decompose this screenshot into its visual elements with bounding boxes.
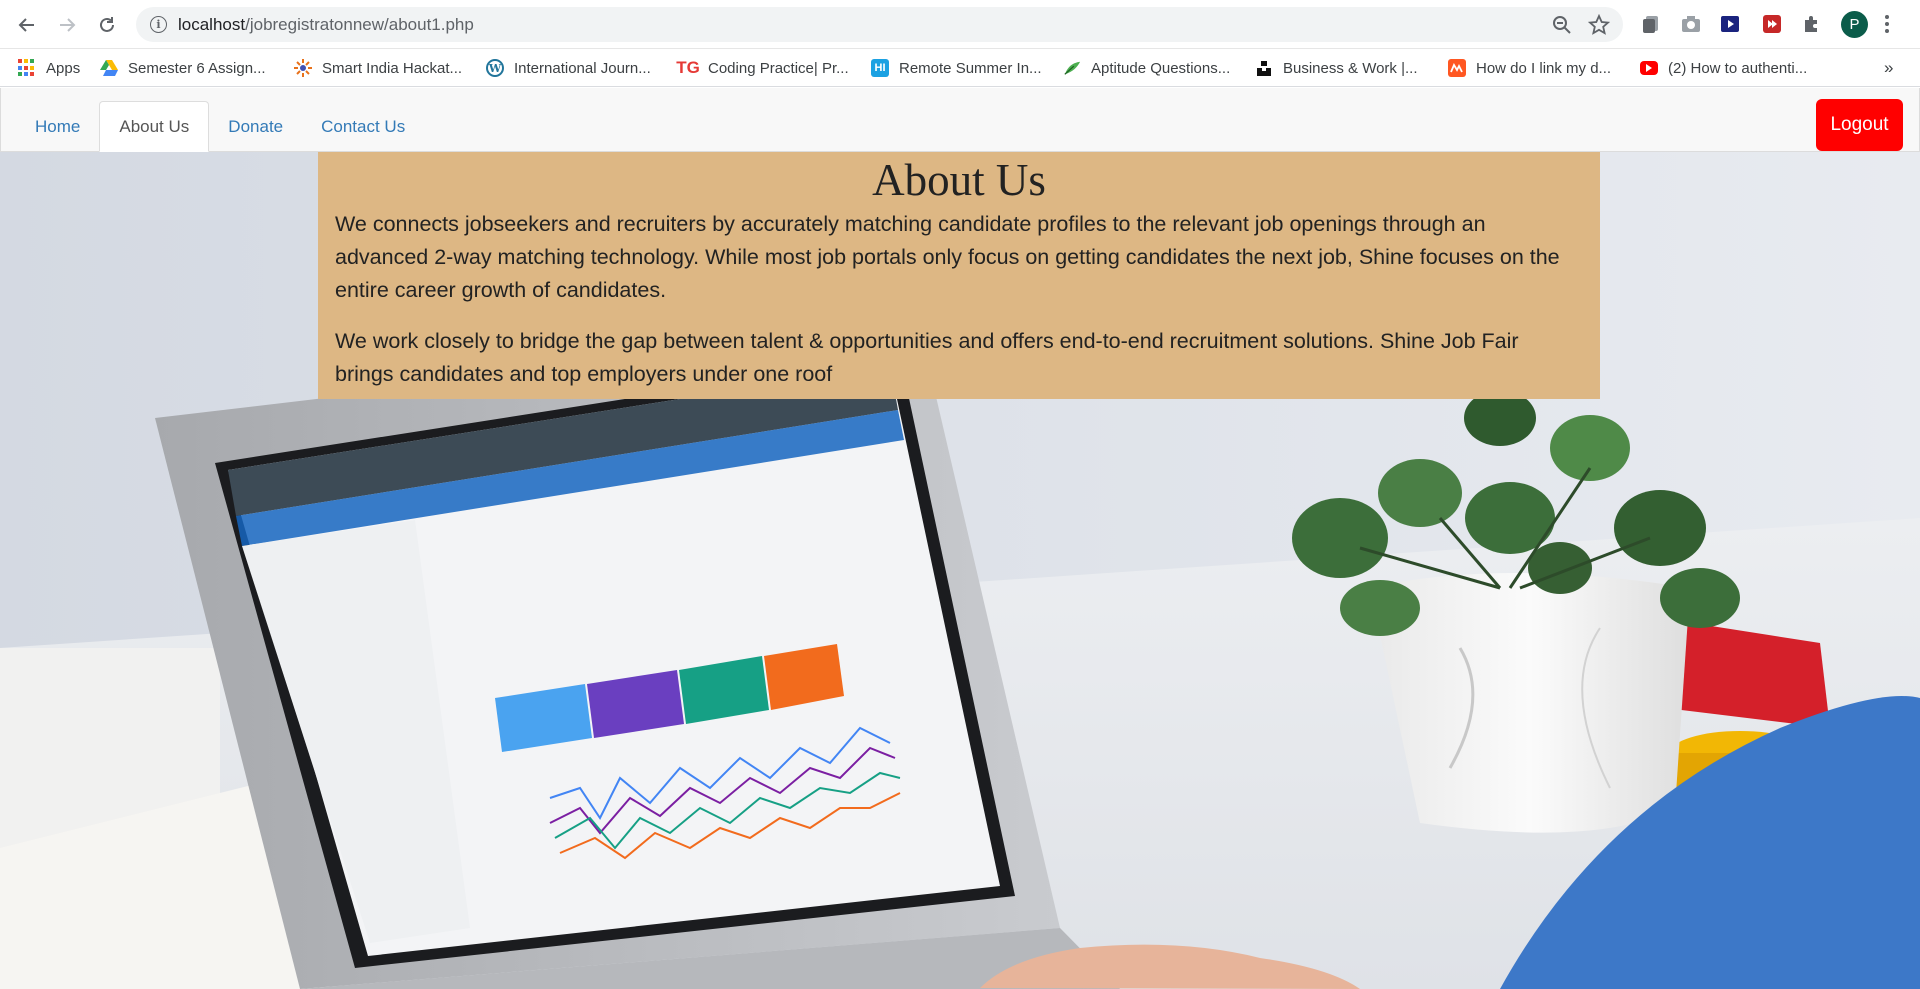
video-player-icon[interactable] xyxy=(1718,12,1742,36)
hi-icon: HI xyxy=(871,59,889,77)
bookmark-label: Aptitude Questions... xyxy=(1091,59,1231,77)
bookmark-label: Apps xyxy=(46,59,81,77)
camera-icon[interactable] xyxy=(1679,12,1703,36)
address-bar[interactable]: i localhost/jobregistratonnew/about1.php xyxy=(136,7,1623,42)
extensions-puzzle-icon[interactable] xyxy=(1800,12,1824,36)
about-section: About Us We connects jobseekers and recr… xyxy=(318,152,1600,399)
bookmark-journal[interactable]: W International Journ... xyxy=(486,54,651,82)
apps-grid-icon xyxy=(18,59,36,77)
logout-button[interactable]: Logout xyxy=(1816,99,1903,151)
bookmark-label: International Journ... xyxy=(514,59,651,77)
forward-arrow-icon[interactable] xyxy=(52,10,82,40)
bookmark-label: Semester 6 Assign... xyxy=(128,59,266,77)
site-info-icon[interactable]: i xyxy=(150,16,167,33)
bookmark-howlink[interactable]: How do I link my d... xyxy=(1448,54,1611,82)
back-arrow-icon[interactable] xyxy=(12,10,42,40)
leaf-icon xyxy=(1063,59,1081,77)
bookmark-label: Remote Summer In... xyxy=(899,59,1042,77)
page-viewport: MacBook Air Home About Us Donate Contact… xyxy=(0,88,1920,989)
red-media-icon[interactable] xyxy=(1760,12,1784,36)
bookmark-aptitude[interactable]: Aptitude Questions... xyxy=(1063,54,1230,82)
sih-icon xyxy=(294,59,312,77)
bookmark-label: (2) How to authenti... xyxy=(1668,59,1808,77)
bookmark-star-icon[interactable] xyxy=(1587,13,1611,36)
nav-tab-about-us[interactable]: About Us xyxy=(99,101,210,152)
browser-toolbar: i localhost/jobregistratonnew/about1.php… xyxy=(0,0,1920,49)
bookmarks-overflow-chevron[interactable]: » xyxy=(1884,54,1893,82)
youtube-icon xyxy=(1640,61,1658,75)
about-paragraph-2: We work closely to bridge the gap betwee… xyxy=(335,329,1519,386)
reload-icon[interactable] xyxy=(92,10,122,40)
site-navbar: Home About Us Donate Contact Us Logout xyxy=(0,88,1920,152)
nav-tab-contact-us[interactable]: Contact Us xyxy=(302,101,424,152)
nav-tabs: Home About Us Donate Contact Us xyxy=(16,101,424,152)
zapier-icon xyxy=(1448,59,1466,77)
bookmark-apps[interactable]: Apps xyxy=(18,54,80,82)
profile-avatar[interactable]: P xyxy=(1841,11,1868,38)
bookmarks-bar: Apps Semester 6 Assign... Smart India Ha… xyxy=(0,49,1920,87)
bookmark-remote[interactable]: HI Remote Summer In... xyxy=(871,54,1042,82)
bookmark-label: Business & Work |... xyxy=(1283,59,1418,77)
tg-icon: TG xyxy=(676,58,700,77)
browser-menu-icon[interactable] xyxy=(1884,13,1894,37)
nav-tab-home[interactable]: Home xyxy=(16,101,99,152)
unsplash-icon xyxy=(1255,59,1273,77)
bookmark-sih[interactable]: Smart India Hackat... xyxy=(294,54,462,82)
bookmark-label: Smart India Hackat... xyxy=(322,59,463,77)
bookmark-label: How do I link my d... xyxy=(1476,59,1612,77)
page-title: About Us xyxy=(872,155,1046,205)
nav-tab-donate[interactable]: Donate xyxy=(209,101,302,152)
bookmark-business[interactable]: Business & Work |... xyxy=(1255,54,1418,82)
bookmark-youtube[interactable]: (2) How to authenti... xyxy=(1640,54,1807,82)
extension-tabs-icon[interactable] xyxy=(1640,12,1664,36)
google-drive-icon xyxy=(100,59,118,77)
bookmark-semester[interactable]: Semester 6 Assign... xyxy=(100,54,266,82)
bookmark-label: Coding Practice| Pr... xyxy=(708,59,849,77)
url-text[interactable]: localhost/jobregistratonnew/about1.php xyxy=(178,15,474,35)
about-paragraph-1: We connects jobseekers and recruiters by… xyxy=(335,212,1560,302)
zoom-icon[interactable] xyxy=(1551,14,1573,36)
bookmark-coding[interactable]: TG Coding Practice| Pr... xyxy=(676,54,849,82)
wordpress-icon: W xyxy=(486,59,504,77)
